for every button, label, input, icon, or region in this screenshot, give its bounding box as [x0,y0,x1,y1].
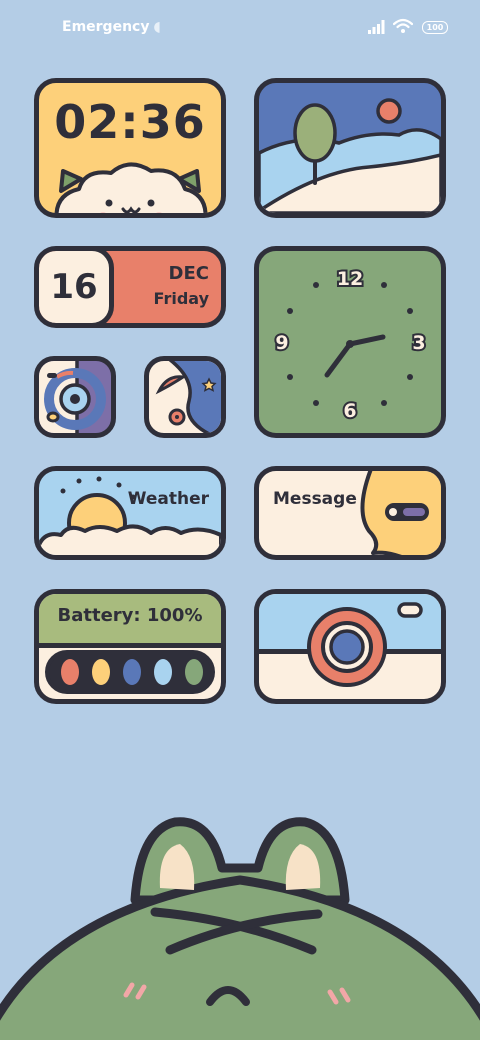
music-app-icon[interactable] [34,356,116,438]
calendar-day: 16 [50,267,98,307]
weather-widget[interactable]: Weather [34,466,226,560]
clock-label-9: 9 [275,332,288,354]
digital-clock-widget[interactable]: 02:36 [34,78,226,218]
camera-widget[interactable] [254,589,446,704]
sun-cloud-icon [39,476,221,555]
wifi-icon [393,18,413,33]
camera-lens-icon [307,602,423,687]
battery-widget[interactable]: Battery: 100% [34,589,226,704]
clock-time: 02:36 [54,95,206,149]
status-carrier: Emergency ◖ [62,19,161,35]
landscape-icon [259,98,441,213]
calendar-widget[interactable]: 16 DEC Friday [34,246,226,328]
chat-bubble-icon [360,471,441,555]
battery-header: Battery: 100% [39,594,221,648]
calendar-month: DEC [168,263,209,284]
clock-minute-hand [347,334,386,347]
planet-icon [155,361,221,433]
calendar-weekday: Friday [153,289,209,308]
clock-label-12: 12 [337,268,363,290]
calendar-day-box: 16 [39,251,114,323]
vinyl-record-icon [39,361,106,433]
carrier-indicator-icon: ◖ [153,19,161,35]
battery-indicator: 100 [422,21,448,34]
space-app-icon[interactable] [144,356,226,438]
signal-bars-icon [368,20,385,34]
frog-mascot-icon [0,817,480,1040]
battery-cells-icon [61,659,203,685]
cat-mascot-icon [54,162,208,213]
landscape-photo-widget[interactable] [254,78,446,218]
clock-label-3: 3 [412,332,425,354]
clock-hour-hand [324,341,353,378]
message-label: Message [273,489,357,509]
analog-clock-face: 12 3 6 9 [273,266,427,424]
analog-clock-widget[interactable]: 12 3 6 9 [254,246,446,438]
carrier-text: Emergency [62,19,150,35]
battery-label: Battery: 100% [57,605,203,626]
clock-label-6: 6 [343,400,356,422]
weather-label: Weather [127,489,209,509]
message-widget[interactable]: Message [254,466,446,560]
battery-cells [45,650,215,694]
